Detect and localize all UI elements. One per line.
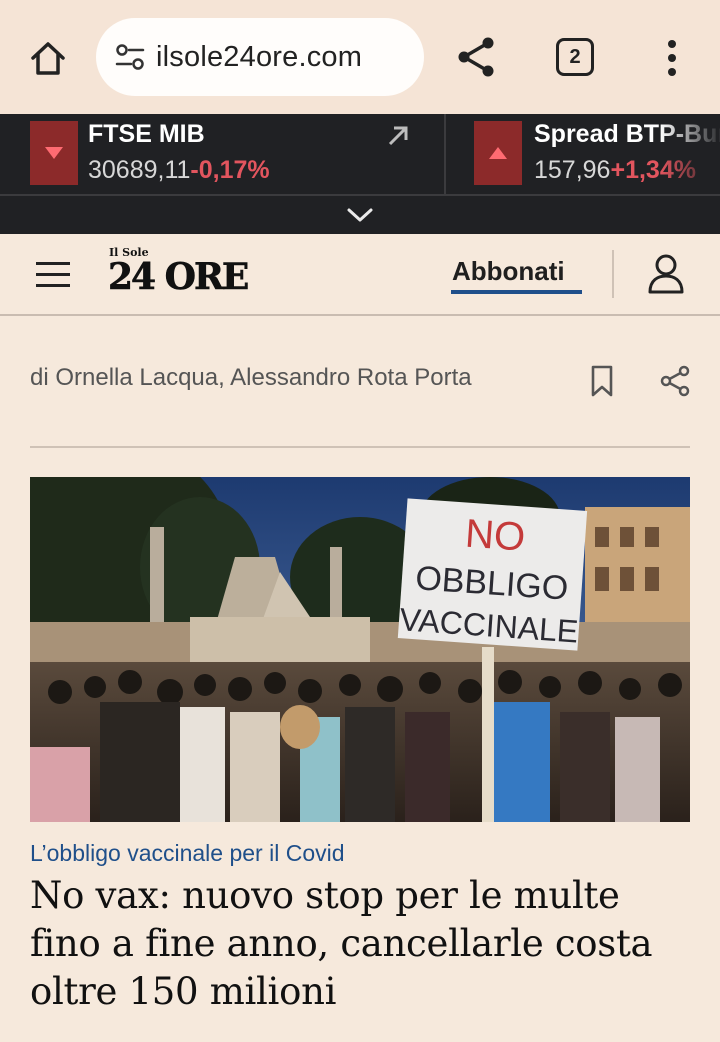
down-indicator: [30, 121, 78, 185]
user-icon[interactable]: [646, 252, 686, 296]
tab-count: 2: [569, 45, 581, 68]
chevron-down-icon: [347, 208, 373, 222]
browser-toolbar: ilsole24ore.com 2: [0, 0, 720, 114]
article-headline[interactable]: No vax: nuovo stop per le multe fino a f…: [30, 872, 700, 1016]
address-bar[interactable]: ilsole24ore.com: [96, 18, 424, 96]
site-logo[interactable]: Il Sole 24 ORE: [108, 246, 250, 306]
logo-big-text: 24 ORE: [108, 256, 250, 298]
arrow-up-right-icon[interactable]: [386, 124, 410, 148]
site-settings-icon[interactable]: [114, 42, 146, 72]
byline-divider: [30, 446, 690, 448]
triangle-down-icon: [45, 147, 63, 159]
ticker-item-ftse-mib[interactable]: FTSE MIB 30689,11-0,17%: [0, 114, 444, 194]
header-divider: [612, 250, 614, 298]
ticker-name: FTSE MIB: [88, 120, 205, 148]
protest-photo: NO OBBLIGO VACCINALE: [30, 477, 690, 822]
ticker-expand-button[interactable]: [0, 194, 720, 234]
share-icon[interactable]: [454, 34, 500, 80]
market-ticker[interactable]: FTSE MIB 30689,11-0,17% Spread BTP-Bund …: [0, 114, 720, 194]
triangle-up-icon: [489, 147, 507, 159]
tabs-button[interactable]: 2: [556, 38, 594, 76]
more-vert-icon[interactable]: [656, 36, 688, 82]
ticker-fade: [660, 114, 720, 194]
bookmark-icon[interactable]: [588, 364, 616, 398]
share-icon[interactable]: [658, 364, 692, 398]
up-indicator: [474, 121, 522, 185]
ticker-value: 30689,11-0,17%: [88, 156, 270, 184]
article-byline: di Ornella Lacqua, Alessandro Rota Porta: [30, 364, 472, 391]
home-icon: [31, 42, 65, 75]
subscribe-underline: [451, 290, 582, 294]
menu-icon[interactable]: [36, 262, 72, 288]
article-photo[interactable]: NO OBBLIGO VACCINALE: [30, 477, 690, 822]
subscribe-link[interactable]: Abbonati: [452, 256, 565, 287]
ticker-change: -0,17%: [190, 156, 270, 184]
url-text[interactable]: ilsole24ore.com: [156, 41, 362, 74]
sign-line-1: NO: [464, 512, 527, 560]
article-kicker[interactable]: L’obbligo vaccinale per il Covid: [30, 840, 345, 867]
home-button[interactable]: [22, 36, 74, 80]
site-header: Il Sole 24 ORE Abbonati: [0, 234, 720, 316]
